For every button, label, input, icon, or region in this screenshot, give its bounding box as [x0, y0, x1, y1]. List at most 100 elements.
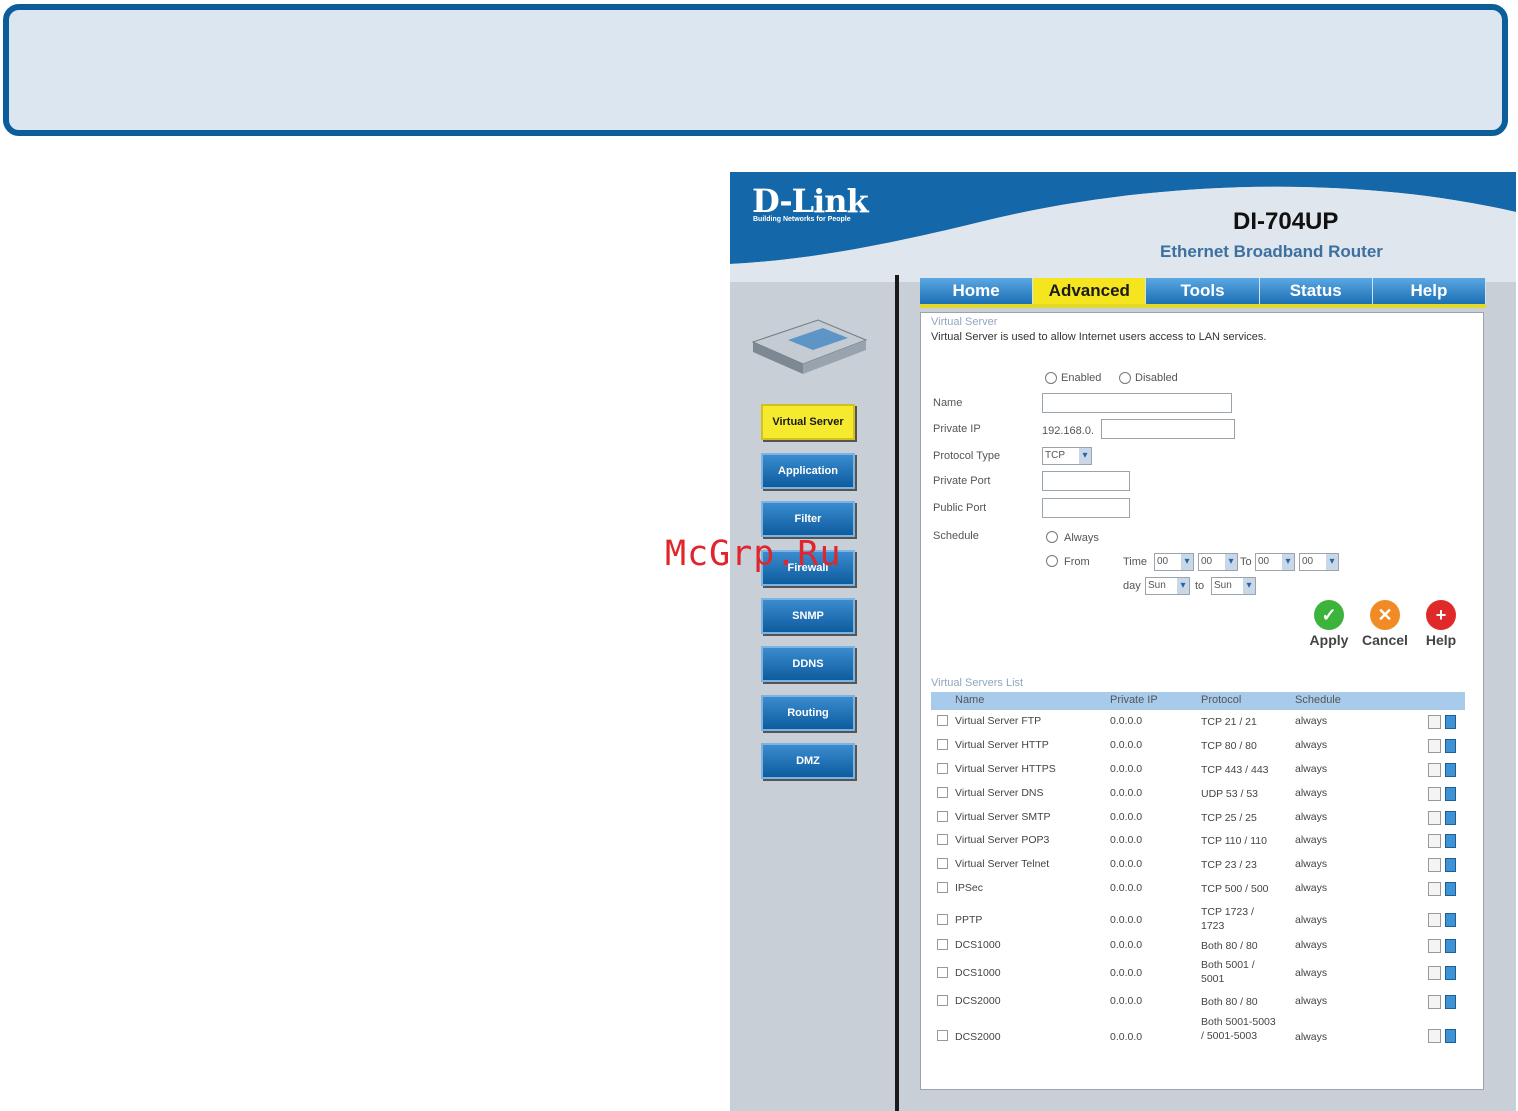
schedule-always-label: Always [1064, 532, 1099, 544]
row-schedule: always [1295, 939, 1328, 951]
schedule-from-radio[interactable] [1046, 555, 1058, 567]
edit-icon[interactable] [1428, 1029, 1441, 1043]
sidebar-item-dmz[interactable]: DMZ [761, 743, 855, 779]
sidebar-item-ddns[interactable]: DDNS [761, 646, 855, 682]
tab-status[interactable]: Status [1260, 278, 1373, 304]
schedule-always-radio[interactable] [1046, 531, 1058, 543]
section-description: Virtual Server is used to allow Internet… [931, 331, 1267, 343]
trash-icon[interactable] [1445, 715, 1456, 729]
edit-icon[interactable] [1428, 939, 1441, 953]
sidebar-item-filter[interactable]: Filter [761, 501, 855, 537]
model-subtitle: Ethernet Broadband Router [1160, 242, 1383, 261]
row-checkbox[interactable] [937, 995, 948, 1006]
row-checkbox[interactable] [937, 834, 948, 845]
trash-icon[interactable] [1445, 763, 1456, 777]
router-admin-window: D-Link Building Networks for People DI-7… [730, 172, 1516, 1111]
tab-help[interactable]: Help [1373, 278, 1487, 304]
row-checkbox[interactable] [937, 967, 948, 978]
private-ip-input[interactable] [1101, 419, 1235, 439]
edit-icon[interactable] [1428, 966, 1441, 980]
private-ip-prefix: 192.168.0. [1042, 425, 1094, 437]
row-checkbox[interactable] [937, 939, 948, 950]
row-schedule: always [1295, 858, 1328, 870]
trash-icon[interactable] [1445, 858, 1456, 872]
edit-icon[interactable] [1428, 913, 1441, 927]
row-checkbox[interactable] [937, 882, 948, 893]
row-private-ip: 0.0.0.0 [1110, 739, 1143, 751]
edit-icon[interactable] [1428, 834, 1441, 848]
row-private-ip: 0.0.0.0 [1110, 834, 1143, 846]
trash-icon[interactable] [1445, 913, 1456, 927]
row-protocol: TCP 1723 / 1723 [1201, 906, 1254, 932]
day-to-select[interactable]: Sun [1211, 577, 1256, 595]
time-to-hour-select[interactable]: 00 [1255, 553, 1295, 571]
section-title: Virtual Server [931, 316, 998, 328]
sidebar-item-application[interactable]: Application [761, 453, 855, 489]
row-protocol: Both 5001 / 5001 [1201, 959, 1255, 985]
trash-icon[interactable] [1445, 787, 1456, 801]
apply-button[interactable]: ✓ Apply [1299, 600, 1359, 648]
column-header-protocol: Protocol [1201, 694, 1242, 706]
private-ip-label: Private IP [933, 423, 981, 435]
sidebar-divider [895, 275, 899, 1111]
row-schedule: always [1295, 811, 1328, 823]
table-row: PPTP 0.0.0.0 TCP 1723 / 1723 always [931, 905, 1465, 935]
edit-icon[interactable] [1428, 995, 1441, 1009]
edit-icon[interactable] [1428, 763, 1441, 777]
sidebar-item-snmp[interactable]: SNMP [761, 598, 855, 634]
row-checkbox[interactable] [937, 763, 948, 774]
time-to-minute-select[interactable]: 00 [1299, 553, 1339, 571]
edit-icon[interactable] [1428, 858, 1441, 872]
plus-icon: + [1426, 600, 1456, 630]
row-checkbox[interactable] [937, 715, 948, 726]
tab-advanced[interactable]: Advanced [1033, 278, 1147, 304]
private-port-input[interactable] [1042, 471, 1130, 491]
trash-icon[interactable] [1445, 811, 1456, 825]
help-button[interactable]: + Help [1411, 600, 1471, 648]
row-checkbox[interactable] [937, 787, 948, 798]
row-checkbox[interactable] [937, 1030, 948, 1041]
trash-icon[interactable] [1445, 966, 1456, 980]
router-device-icon [751, 319, 868, 374]
trash-icon[interactable] [1445, 882, 1456, 896]
trash-icon[interactable] [1445, 1029, 1456, 1043]
row-name: Virtual Server HTTP [955, 739, 1049, 751]
tab-tools[interactable]: Tools [1146, 278, 1260, 304]
trash-icon[interactable] [1445, 995, 1456, 1009]
day-from-select[interactable]: Sun [1145, 577, 1190, 595]
row-checkbox[interactable] [937, 914, 948, 925]
time-from-minute-select[interactable]: 00 [1198, 553, 1238, 571]
row-checkbox[interactable] [937, 739, 948, 750]
tab-home[interactable]: Home [920, 278, 1034, 304]
row-name: Virtual Server POP3 [955, 834, 1050, 846]
row-private-ip: 0.0.0.0 [1110, 1031, 1143, 1043]
edit-icon[interactable] [1428, 882, 1441, 896]
time-from-hour-select[interactable]: 00 [1154, 553, 1194, 571]
row-schedule: always [1295, 967, 1328, 979]
protocol-type-label: Protocol Type [933, 450, 1001, 462]
row-name: PPTP [955, 914, 983, 926]
edit-icon[interactable] [1428, 811, 1441, 825]
trash-icon[interactable] [1445, 834, 1456, 848]
public-port-input[interactable] [1042, 498, 1130, 518]
table-row: DCS1000 0.0.0.0 Both 5001 / 5001 always [931, 958, 1465, 988]
enabled-radio[interactable] [1045, 372, 1057, 384]
trash-icon[interactable] [1445, 739, 1456, 753]
row-name: IPSec [955, 882, 984, 894]
protocol-select[interactable]: TCP [1042, 447, 1092, 465]
sidebar-item-virtual-server[interactable]: Virtual Server [761, 404, 855, 440]
edit-icon[interactable] [1428, 739, 1441, 753]
page-banner [3, 4, 1508, 136]
row-checkbox[interactable] [937, 811, 948, 822]
sidebar-item-routing[interactable]: Routing [761, 695, 855, 731]
row-protocol: Both 5001-5003 / 5001-5003 [1201, 1016, 1276, 1042]
row-protocol: Both 80 / 80 [1201, 940, 1258, 952]
edit-icon[interactable] [1428, 715, 1441, 729]
name-input[interactable] [1042, 393, 1232, 413]
cancel-button[interactable]: ✕ Cancel [1355, 600, 1415, 648]
trash-icon[interactable] [1445, 939, 1456, 953]
row-checkbox[interactable] [937, 858, 948, 869]
model-name: DI-704UP [1233, 208, 1339, 235]
disabled-radio[interactable] [1119, 372, 1131, 384]
edit-icon[interactable] [1428, 787, 1441, 801]
